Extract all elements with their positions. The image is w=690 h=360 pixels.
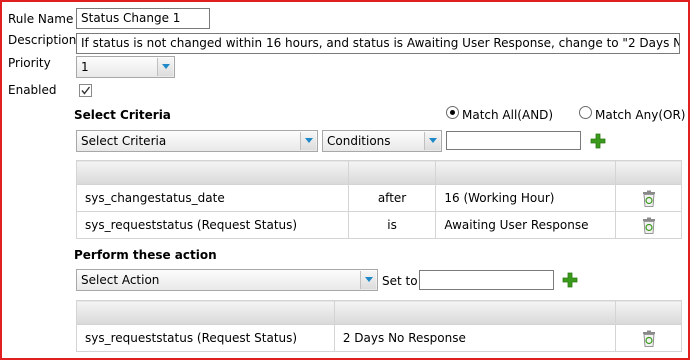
action-select[interactable]: Select Action [76,269,378,291]
criteria-row-field: sys_requeststatus (Request Status) [76,211,349,239]
rule-name-label: Rule Name [8,12,74,26]
rule-editor-panel: Rule Name Status Change 1 Description If… [0,0,690,360]
priority-select[interactable]: 1 [76,56,175,78]
radio-selected-dot [450,110,455,115]
criteria-row-field: sys_changestatus_date [76,184,349,212]
match-all-label: Match All(AND) [462,108,554,122]
select-criteria-heading: Select Criteria [74,108,171,122]
match-all-radio[interactable] [446,106,459,119]
criteria-condition-select[interactable]: Conditions [322,130,442,152]
priority-label: Priority [8,56,51,70]
criteria-row-value: 16 (Working Hour) [435,184,617,212]
criteria-condition-value: Conditions [327,134,391,148]
set-to-input[interactable] [419,270,554,290]
criteria-field-select[interactable]: Select Criteria [76,130,318,152]
add-action-plus-icon[interactable] [562,272,578,288]
criteria-table: sys_changestatus_date after 16 (Working … [76,160,682,239]
description-input[interactable]: If status is not changed within 16 hours… [76,33,680,54]
criteria-row: sys_requeststatus (Request Status) is Aw… [76,211,682,239]
enabled-label: Enabled [8,83,57,97]
criteria-value-input[interactable] [446,131,581,150]
perform-actions-heading: Perform these action [74,248,217,262]
criteria-row: sys_changestatus_date after 16 (Working … [76,184,682,212]
criteria-row-op: is [347,211,437,239]
chevron-down-icon[interactable] [424,132,440,150]
action-row-value: 2 Days No Response [333,324,617,352]
description-label: Description [8,33,77,47]
criteria-row-op: after [347,184,437,212]
enabled-checkbox[interactable] [79,84,92,97]
criteria-table-header [76,160,682,185]
chevron-down-icon[interactable] [300,132,316,150]
match-any-label: Match Any(OR) [595,108,686,122]
priority-value: 1 [81,60,89,74]
chevron-down-icon[interactable] [157,58,173,76]
add-criteria-plus-icon[interactable] [590,133,606,149]
actions-table: sys_requeststatus (Request Status) 2 Day… [76,300,682,352]
trash-icon[interactable] [642,190,656,207]
chevron-down-icon[interactable] [360,271,376,289]
action-select-value: Select Action [81,273,160,287]
rule-name-input[interactable]: Status Change 1 [76,8,210,29]
criteria-row-value: Awaiting User Response [435,211,617,239]
check-icon [81,86,91,95]
action-row: sys_requeststatus (Request Status) 2 Day… [76,324,682,352]
match-any-radio[interactable] [579,106,592,119]
set-to-label: Set to [382,274,418,288]
action-row-field: sys_requeststatus (Request Status) [76,324,335,352]
trash-icon[interactable] [642,217,656,234]
actions-table-header [76,300,682,325]
criteria-field-value: Select Criteria [81,134,167,148]
trash-icon[interactable] [642,330,656,347]
